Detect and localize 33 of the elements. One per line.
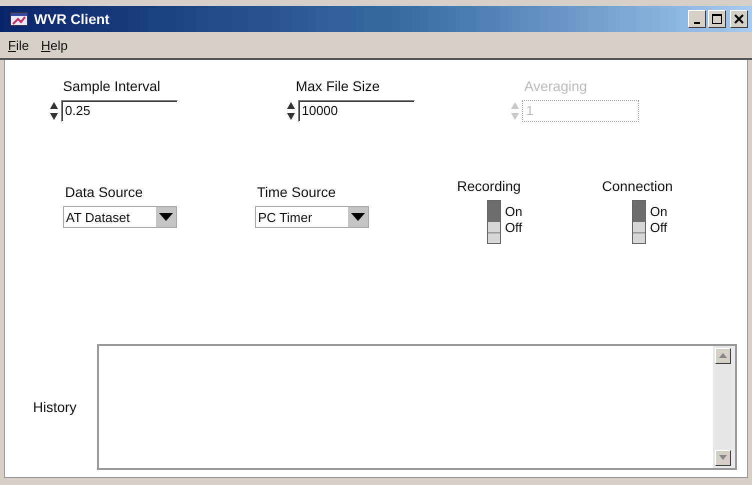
toggle-switch[interactable] [632, 200, 646, 244]
field-label: Time Source [257, 184, 337, 200]
maximize-button[interactable] [708, 10, 726, 28]
number-field[interactable]: 0.25 [61, 100, 178, 122]
on-label: On [650, 204, 668, 220]
close-button[interactable] [730, 10, 748, 28]
field-label: Max File Size [296, 78, 381, 94]
menu-item[interactable]: Help [40, 38, 68, 52]
history-label: History [33, 399, 78, 415]
scrollbar[interactable] [713, 346, 735, 468]
number-field[interactable]: 10000 [298, 100, 415, 122]
field-label: Averaging [524, 78, 588, 94]
switch-label: Connection [602, 178, 674, 194]
dropdown[interactable]: AT Dataset [63, 206, 177, 228]
up-arrow-icon [719, 353, 727, 359]
toggle-switch[interactable] [487, 200, 501, 244]
close-icon [734, 14, 744, 24]
spinner-icon[interactable] [49, 101, 59, 121]
field-label: Data Source [65, 184, 144, 200]
spinner-icon[interactable] [286, 101, 296, 121]
minimize-icon [694, 22, 700, 24]
off-label: Off [650, 220, 668, 236]
field-label: Sample Interval [63, 78, 162, 94]
window-title: WVR Client [34, 11, 110, 27]
menu-item[interactable]: File [8, 38, 29, 52]
switch-label: Recording [457, 178, 522, 194]
minimize-button[interactable] [688, 10, 706, 28]
down-arrow-icon [719, 455, 727, 461]
app-icon [10, 12, 28, 26]
off-label: Off [505, 220, 522, 236]
maximize-icon [712, 14, 722, 24]
dropdown[interactable]: PC Timer [255, 206, 369, 228]
on-label: On [505, 204, 522, 220]
